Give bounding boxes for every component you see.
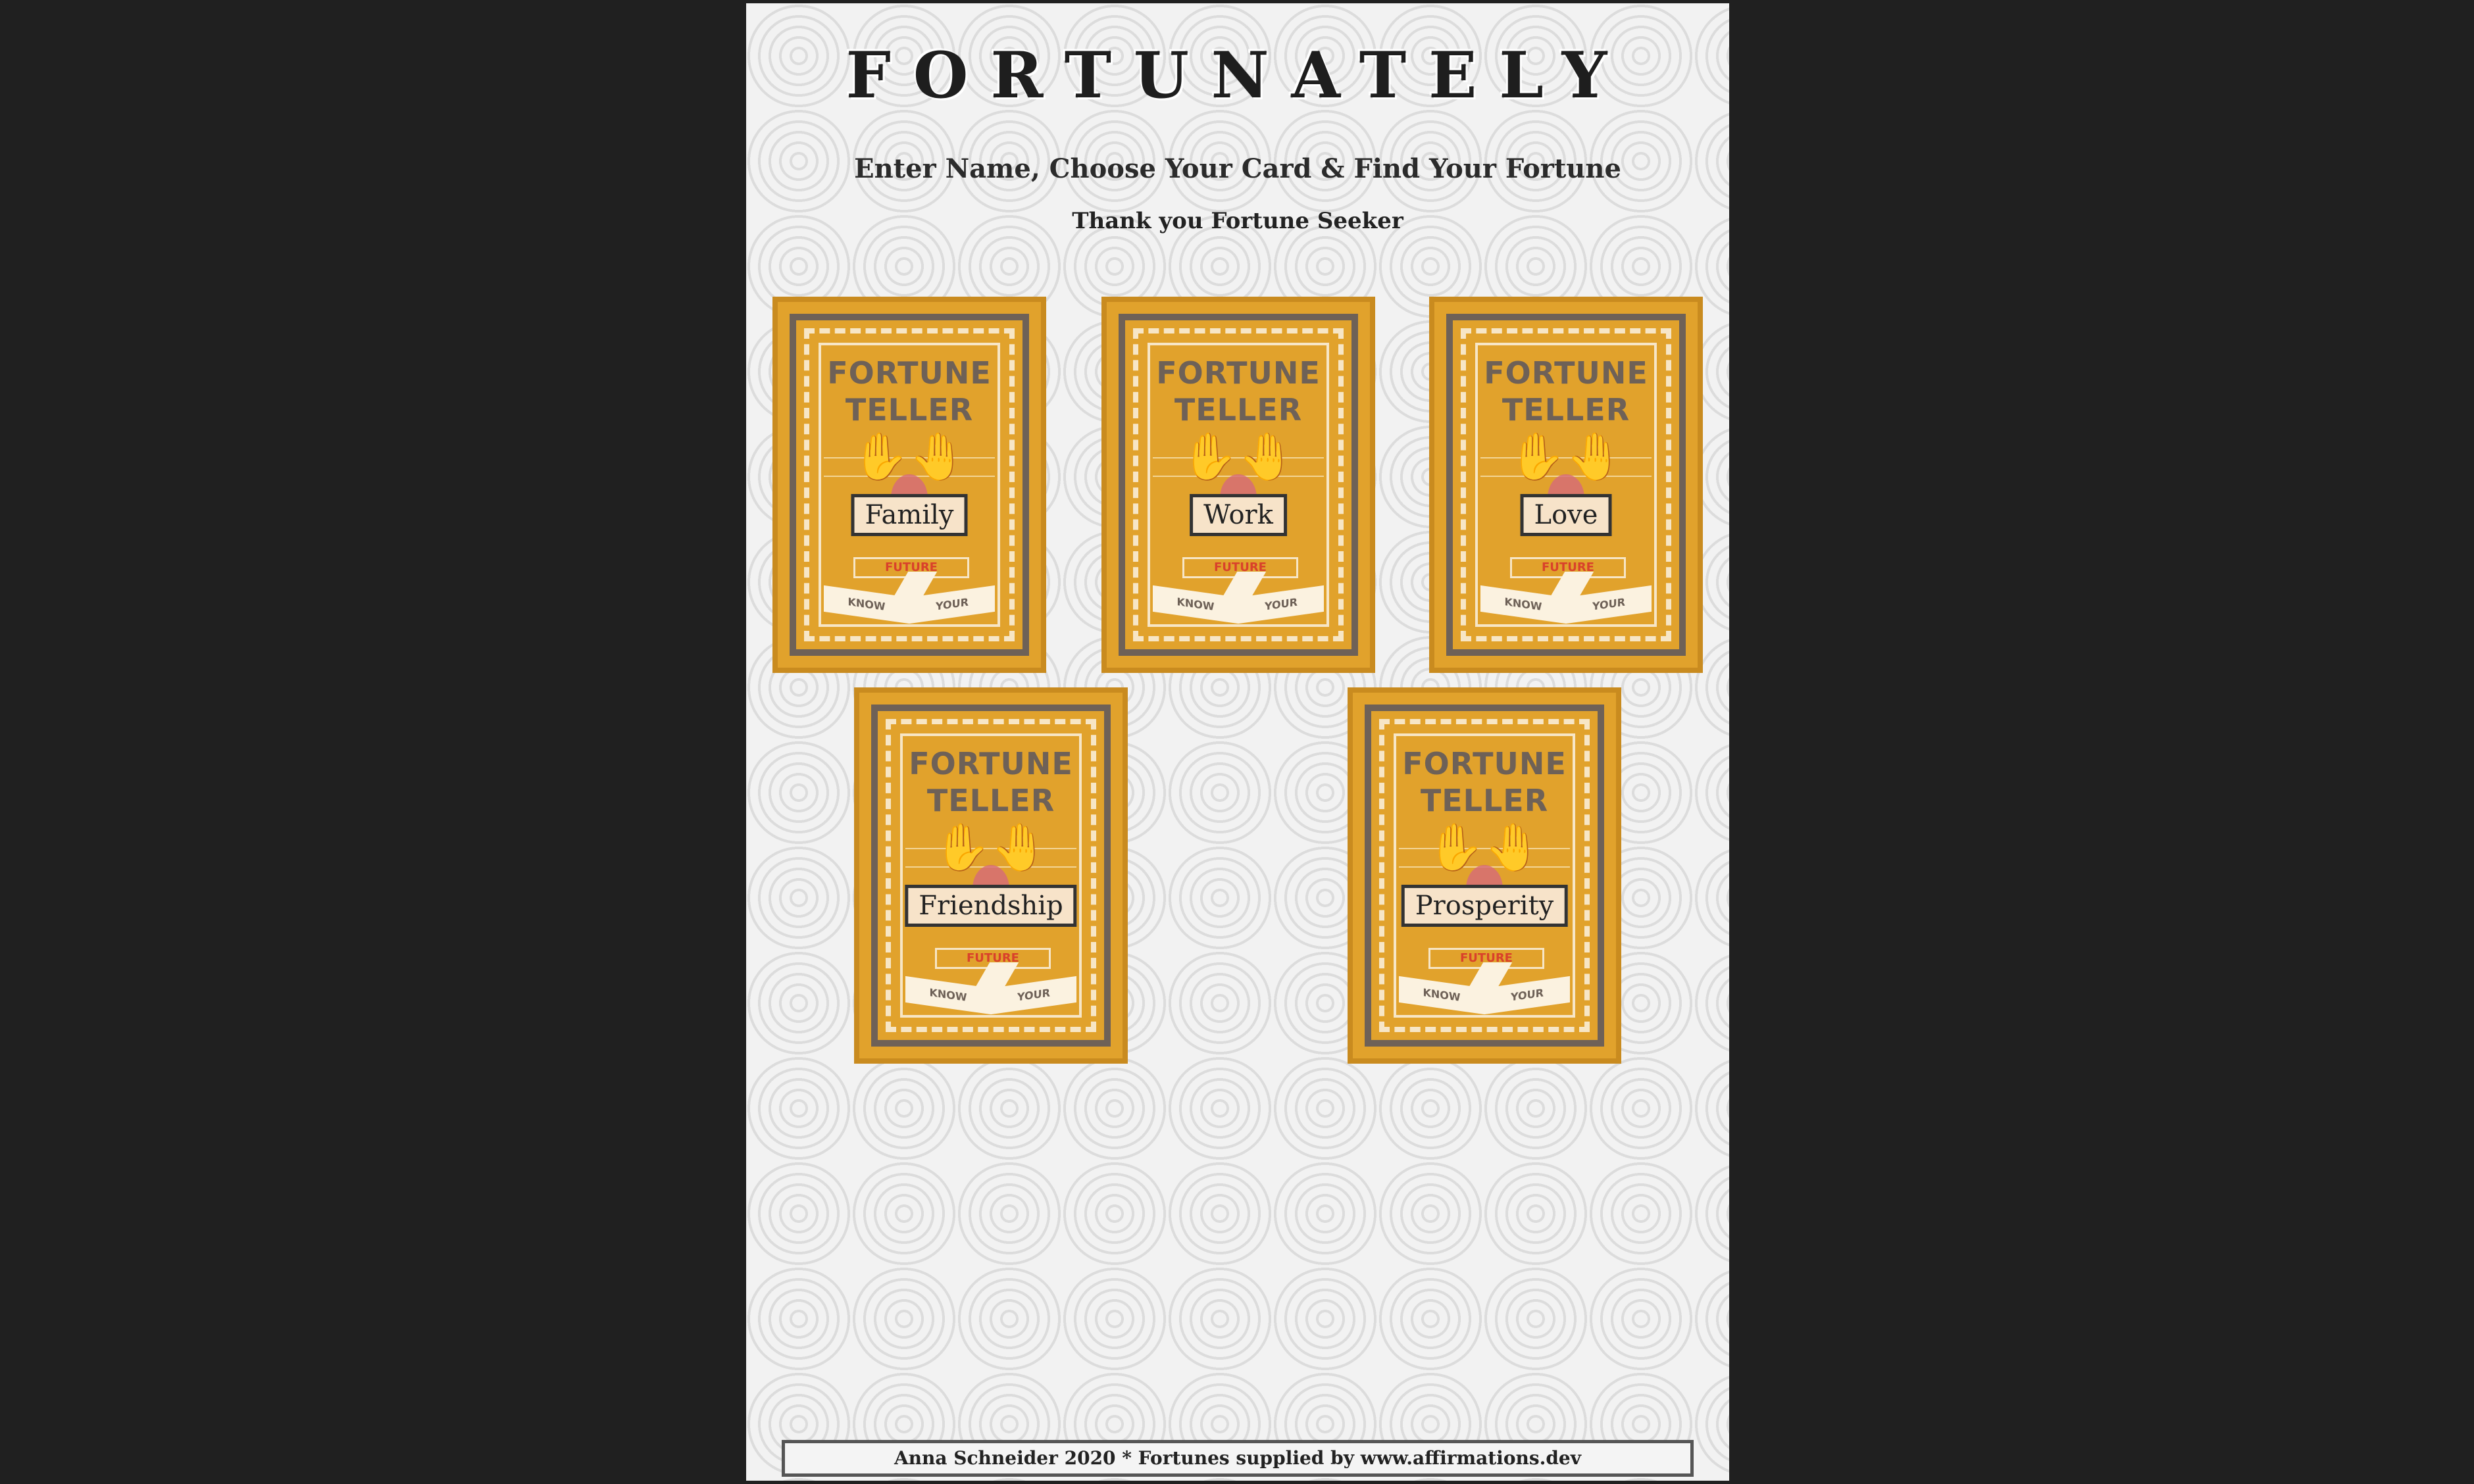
card-family[interactable]: FORTUNE TELLER ✋🤚 Family FUTURE KNOW YOU… <box>772 297 1046 673</box>
card-prosperity[interactable]: FORTUNE TELLER ✋🤚 Prosperity FUTURE KNOW… <box>1348 687 1621 1064</box>
page-content: FORTUNATELY Enter Name, Choose Your Card… <box>746 3 1729 1481</box>
palm-hands-icon: ✋🤚 <box>1180 430 1296 483</box>
card-title-line1: FORTUNE <box>1402 746 1567 781</box>
instructions-heading: Enter Name, Choose Your Card & Find Your… <box>854 153 1621 184</box>
card-title-line1: FORTUNE <box>1484 355 1648 391</box>
card-love[interactable]: FORTUNE TELLER ✋🤚 Love FUTURE KNOW YOUR <box>1429 297 1703 673</box>
card-title-line1: FORTUNE <box>909 746 1073 781</box>
palm-hands-icon: ✋🤚 <box>933 820 1049 874</box>
card-title-line2: TELLER <box>1420 783 1549 818</box>
card-title-line2: TELLER <box>1502 392 1630 428</box>
app-title: FORTUNATELY <box>846 38 1630 112</box>
card-title: FORTUNE TELLER <box>859 745 1123 819</box>
footer-credits: Anna Schneider 2020 * Fortunes supplied … <box>782 1440 1694 1477</box>
card-title: FORTUNE TELLER <box>1434 355 1698 428</box>
card-title-line1: FORTUNE <box>1156 355 1321 391</box>
palm-hands-icon: ✋🤚 <box>1508 430 1624 483</box>
palm-hands-icon: ✋🤚 <box>851 430 967 483</box>
card-title-line2: TELLER <box>845 392 974 428</box>
card-work[interactable]: FORTUNE TELLER ✋🤚 Work FUTURE KNOW YOUR <box>1101 297 1375 673</box>
card-title: FORTUNE TELLER <box>1353 745 1616 819</box>
greeting-text: Thank you Fortune Seeker <box>1072 208 1403 234</box>
card-label: Family <box>851 494 968 536</box>
card-label: Work <box>1190 494 1287 536</box>
card-label: Friendship <box>905 885 1077 927</box>
card-label: Prosperity <box>1401 885 1568 927</box>
card-friendship[interactable]: FORTUNE TELLER ✋🤚 Friendship FUTURE KNOW… <box>854 687 1128 1064</box>
card-label: Love <box>1520 494 1612 536</box>
card-title-line2: TELLER <box>926 783 1055 818</box>
card-title: FORTUNE TELLER <box>778 355 1041 428</box>
card-title-line2: TELLER <box>1174 392 1303 428</box>
card-title: FORTUNE TELLER <box>1107 355 1370 428</box>
card-title-line1: FORTUNE <box>827 355 992 391</box>
palm-hands-icon: ✋🤚 <box>1426 820 1542 874</box>
